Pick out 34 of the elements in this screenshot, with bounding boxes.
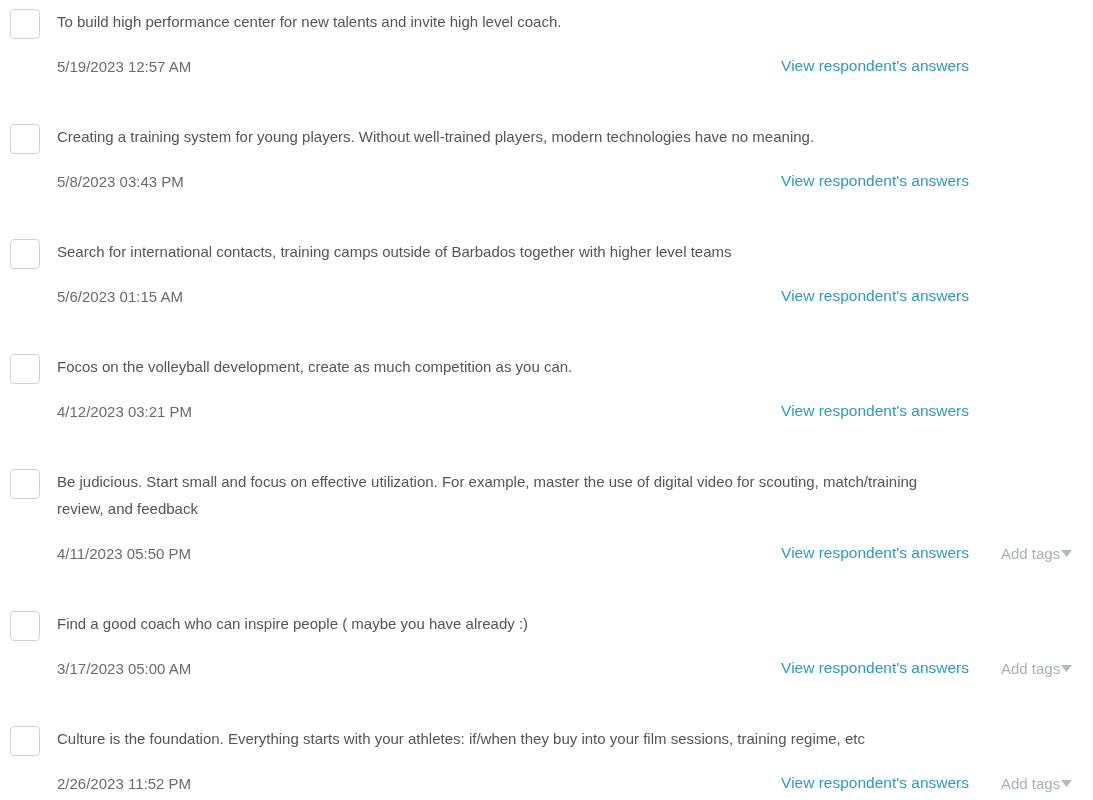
answer-text: Search for international contacts, training camps outside of Barbados together with higher level teams xyxy=(57,242,733,262)
checkbox[interactable] xyxy=(10,726,40,756)
answer-text: Creating a training system for young players. Without well-trained players, modern technologies have no meaning. xyxy=(57,127,816,147)
response-date: 2/26/2023 11:52 PM xyxy=(57,774,192,792)
answer-text: Culture is the foundation. Everything starts with your athletes: if/when they buy into your film sessions, training regime, etc xyxy=(57,729,866,749)
response-date: 5/8/2023 03:43 PM xyxy=(57,172,185,190)
checkbox[interactable] xyxy=(10,124,40,154)
view-answers-link[interactable]: View respondent's answers xyxy=(781,402,969,420)
response-date: 4/11/2023 05:50 PM xyxy=(57,544,192,562)
response-date: 3/17/2023 05:00 AM xyxy=(57,659,193,677)
view-answers-link[interactable]: View respondent's answers xyxy=(781,659,969,677)
add-tags-dropdown[interactable]: Add tags xyxy=(1001,659,1073,677)
checkbox[interactable] xyxy=(10,611,40,641)
caret-icon xyxy=(1061,664,1073,672)
checkbox[interactable] xyxy=(10,9,40,39)
response-date: 5/6/2023 01:15 AM xyxy=(57,287,184,305)
response-date: 5/19/2023 12:57 AM xyxy=(57,57,193,75)
caret-icon xyxy=(1061,549,1073,557)
view-answers-link[interactable]: View respondent's answers xyxy=(781,544,969,562)
checkbox[interactable] xyxy=(10,469,40,499)
answer-text: Be judicious. Start small and focus on effective utilization. For example, master the use of digital video for scouting, match/training review, and feedback xyxy=(57,472,919,519)
answer-text: To build high performance center for new talents and invite high level coach. xyxy=(57,12,563,32)
response-date: 4/12/2023 03:21 PM xyxy=(57,402,194,420)
view-answers-link[interactable]: View respondent's answers xyxy=(781,774,969,792)
answer-text: Find a good coach who can inspire people ( maybe you have already :) xyxy=(57,614,530,634)
add-tags-dropdown[interactable]: Add tags xyxy=(1001,544,1073,562)
view-answers-link[interactable]: View respondent's answers xyxy=(781,57,969,75)
view-answers-link[interactable]: View respondent's answers xyxy=(781,287,969,305)
checkbox[interactable] xyxy=(10,239,40,269)
checkbox[interactable] xyxy=(10,354,40,384)
answer-text: Focos on the volleyball development, create as much competition as you can. xyxy=(57,357,574,377)
caret-icon xyxy=(1061,779,1073,787)
add-tags-dropdown[interactable]: Add tags xyxy=(1001,774,1073,792)
view-answers-link[interactable]: View respondent's answers xyxy=(781,172,969,190)
